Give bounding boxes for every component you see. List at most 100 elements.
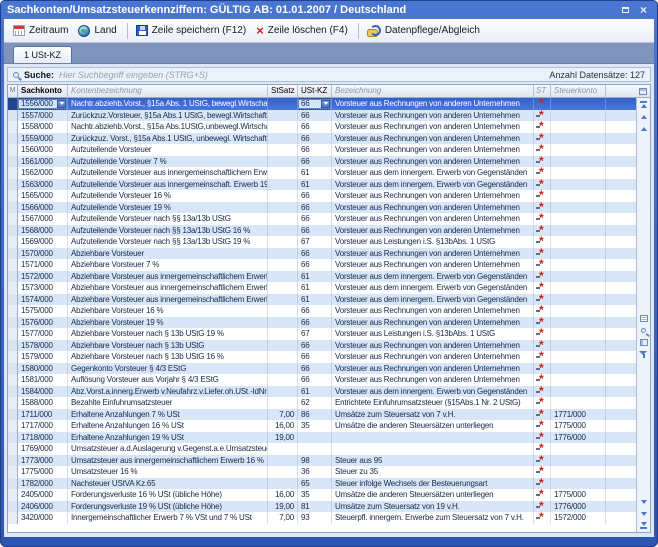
delete-row-button[interactable]: × Zeile löschen (F4) <box>252 23 354 38</box>
column-header-st[interactable]: ST <box>534 85 551 97</box>
cell-bezeichnung: Vorsteuer aus Rechnungen von anderen Unt… <box>332 98 534 110</box>
land-button[interactable]: Land <box>74 23 122 39</box>
table-row[interactable]: 1562/000Aufzuteilende Vorsteuer aus inne… <box>8 167 636 179</box>
row-marker-cell <box>8 443 18 455</box>
column-header-ustkz[interactable]: USt-KZ <box>298 85 332 97</box>
cell-ustkz: 66 <box>298 317 332 329</box>
cell-st <box>534 190 551 202</box>
cell-st <box>534 167 551 179</box>
filter-tool-button[interactable] <box>639 350 649 359</box>
restore-button[interactable] <box>618 3 633 16</box>
table-row[interactable]: 1571/000Abziehbare Vorsteuer 7 %66Vorste… <box>8 259 636 271</box>
table-row[interactable]: 1718/000Erhaltene Anzahlungen 19 % USt19… <box>8 432 636 444</box>
table-row[interactable]: 1578/000Abziehbare Vorsteuer nach § 13b … <box>8 340 636 352</box>
column-header-bezeichnung[interactable]: Bezeichnung <box>332 85 534 97</box>
table-row[interactable]: 1558/000Nachtr.abziehb.Vorst., §15a Abs.… <box>8 121 636 133</box>
tax-key-icon <box>536 271 547 281</box>
table-row[interactable]: 2406/000Forderungsverluste 19 % USt (übl… <box>8 501 636 513</box>
table-row[interactable]: 1565/000Aufzuteilende Vorsteuer 16 %66Vo… <box>8 190 636 202</box>
cell-sachkonto: 1568/000 <box>18 225 68 237</box>
table-row[interactable]: 2405/000Forderungsverluste 16 % USt (übl… <box>8 489 636 501</box>
table-row[interactable]: 1569/000Aufzuteilende Vorsteuer nach §§ … <box>8 236 636 248</box>
table-row[interactable]: 1773/000Umsatzsteuer aus innergemeinscha… <box>8 455 636 467</box>
cell-steuerkonto: 1776/000 <box>551 501 606 513</box>
column-header-stsatz[interactable]: StSatz <box>268 85 298 97</box>
table-row[interactable]: 1711/000Erhaltene Anzahlungen 7 % USt7,0… <box>8 409 636 421</box>
cell-steuerkonto <box>551 202 606 214</box>
cell-steuerkonto <box>551 455 606 467</box>
cell-sachkonto: 1588/000 <box>18 397 68 409</box>
cell-st <box>534 236 551 248</box>
table-row[interactable]: 1782/000Nachsteuer UStVA Kz.6565Steuer i… <box>8 478 636 490</box>
table-row[interactable]: 1577/000Abziehbare Vorsteuer nach § 13b … <box>8 328 636 340</box>
table-row[interactable]: 1717/000Erhaltene Anzahlungen 16 % USt16… <box>8 420 636 432</box>
cell-kontenbezeichnung: Abziehbare Vorsteuer nach § 13b UStG 16 … <box>68 351 268 363</box>
table-row[interactable]: 1570/000Abziehbare Vorsteuer66Vorsteuer … <box>8 248 636 260</box>
table-row[interactable]: 1769/000Umsatzsteuer a.d.Auslagerung v.G… <box>8 443 636 455</box>
table-row[interactable]: 1568/000Aufzuteilende Vorsteuer nach §§ … <box>8 225 636 237</box>
cell-sachkonto: 1563/000 <box>18 179 68 191</box>
scroll-to-bottom-button[interactable] <box>639 521 649 530</box>
search-tool-button[interactable] <box>639 326 649 335</box>
row-marker-cell <box>8 144 18 156</box>
table-row[interactable]: 1559/000Zurückzuz. Vorst., §15a Abs.1 US… <box>8 133 636 145</box>
scroll-to-top-button[interactable] <box>639 100 649 109</box>
table-row[interactable]: 1556/000Nachtr.abziehb.Vorst., §15a Abs.… <box>8 98 636 110</box>
table-row[interactable]: 1561/000Aufzuteilende Vorsteuer 7 %66Vor… <box>8 156 636 168</box>
toolbar-separator <box>358 23 359 39</box>
chevron-down-icon[interactable] <box>57 100 66 108</box>
table-row[interactable]: 1574/000Abziehbare Vorsteuer aus innerge… <box>8 294 636 306</box>
tax-key-icon <box>536 478 547 488</box>
cell-steuerkonto <box>551 294 606 306</box>
table-row[interactable]: 1572/000Abziehbare Vorsteuer aus innerge… <box>8 271 636 283</box>
tab-ust-kz[interactable]: 1 USt-KZ <box>13 46 72 63</box>
table-row[interactable]: 1576/000Abziehbare Vorsteuer 19 %66Vorst… <box>8 317 636 329</box>
column-chooser-button[interactable] <box>636 85 650 97</box>
column-header-marker[interactable]: M <box>8 85 18 97</box>
zeitraum-button[interactable]: Zeitraum <box>9 23 74 38</box>
cell-bezeichnung: Vorsteuer aus Rechnungen von anderen Unt… <box>332 351 534 363</box>
table-row[interactable]: 1775/000Umsatzsteuer 16 %36Steuer zu 35 <box>8 466 636 478</box>
cell-extra <box>606 317 636 329</box>
table-row[interactable]: 1557/000Zurückzuz.Vorsteuer, §15a Abs.1 … <box>8 110 636 122</box>
column-layout-button[interactable] <box>639 314 649 323</box>
binder-tool-button[interactable] <box>639 338 649 347</box>
column-header-sachkonto[interactable]: Sachkonto <box>18 85 68 97</box>
column-header-steuerkonto[interactable]: Steuerkonto <box>551 85 606 97</box>
table-row[interactable]: 1573/000Abziehbare Vorsteuer aus innerge… <box>8 282 636 294</box>
tax-key-icon <box>536 225 547 235</box>
scroll-down-button[interactable] <box>639 497 649 506</box>
tax-key-icon <box>536 213 547 223</box>
table-row[interactable]: 1588/000Bezahlte Einfuhrumsatzsteuer62En… <box>8 397 636 409</box>
cell-stsatz <box>268 351 298 363</box>
table-row[interactable]: 1560/000Aufzuteilende Vorsteuer66Vorsteu… <box>8 144 636 156</box>
cell-sachkonto: 1573/000 <box>18 282 68 294</box>
table-row[interactable]: 1567/000Aufzuteilende Vorsteuer nach §§ … <box>8 213 636 225</box>
ustkz-combobox[interactable]: 66 <box>298 99 331 109</box>
table-row[interactable]: 3420/000Innergemeinschaftlicher Erwerb 7… <box>8 512 636 524</box>
datenpflege-button[interactable]: Datenpflege/Abgleich <box>363 23 486 39</box>
table-row[interactable]: 1563/000Aufzuteilende Vorsteuer aus inne… <box>8 179 636 191</box>
row-marker-cell <box>8 489 18 501</box>
table-row[interactable]: 1584/000Abz.Vorst.a.innerg.Erwerb v.Neuf… <box>8 386 636 398</box>
sachkonto-combobox[interactable]: 1556/000 <box>18 99 67 109</box>
chevron-down-icon[interactable] <box>321 100 330 108</box>
scroll-page-up-button[interactable] <box>639 124 649 133</box>
cell-st <box>534 121 551 133</box>
scroll-up-button[interactable] <box>639 112 649 121</box>
search-input[interactable]: Hier Suchbegriff eingeben (STRG+S) <box>59 70 544 80</box>
table-row[interactable]: 1581/000Auflösung Vorsteuer aus Vorjahr … <box>8 374 636 386</box>
cell-kontenbezeichnung: Forderungsverluste 19 % USt (übliche Höh… <box>68 501 268 513</box>
column-header-kontenbezeichnung[interactable]: Kontenbezeichnung <box>68 85 268 97</box>
cell-stsatz <box>268 455 298 467</box>
save-row-button[interactable]: Zeile speichern (F12) <box>132 23 252 38</box>
cell-kontenbezeichnung: Bezahlte Einfuhrumsatzsteuer <box>68 397 268 409</box>
cell-steuerkonto: 1775/000 <box>551 420 606 432</box>
close-button[interactable]: × <box>636 3 651 16</box>
scroll-page-down-button[interactable] <box>639 509 649 518</box>
table-row[interactable]: 1566/000Aufzuteilende Vorsteuer 19 %66Vo… <box>8 202 636 214</box>
table-row[interactable]: 1579/000Abziehbare Vorsteuer nach § 13b … <box>8 351 636 363</box>
table-row[interactable]: 1580/000Gegenkonto Vorsteuer § 4/3 EStG6… <box>8 363 636 375</box>
cell-kontenbezeichnung: Forderungsverluste 16 % USt (übliche Höh… <box>68 489 268 501</box>
table-row[interactable]: 1575/000Abziehbare Vorsteuer 16 %66Vorst… <box>8 305 636 317</box>
